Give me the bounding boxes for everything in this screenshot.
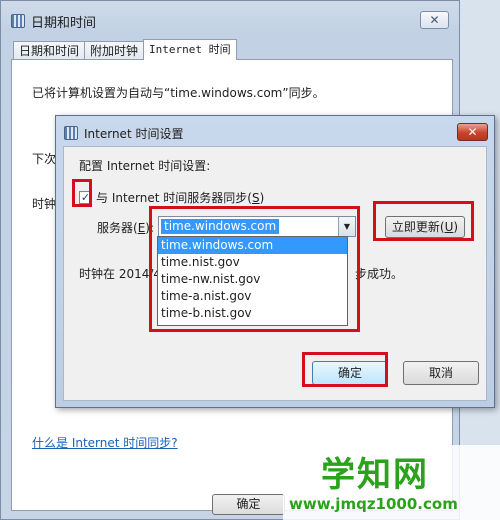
- calendar-clock-icon: [64, 126, 78, 140]
- server-label: 服务器(E):: [97, 221, 155, 235]
- tab-strip: 日期和时间 附加时钟 Internet 时间: [13, 39, 237, 60]
- dialog-cancel-button[interactable]: 取消: [403, 361, 479, 385]
- sync-status-text-end: 步成功。: [355, 267, 404, 281]
- sync-checkbox-label: 与 Internet 时间服务器同步(S): [96, 191, 265, 205]
- tab-date-time[interactable]: 日期和时间: [13, 41, 86, 60]
- sync-message: 已将计算机设置为自动与“time.windows.com”同步。: [32, 86, 325, 100]
- watermark-url: www.jmqz1000.com: [289, 495, 458, 513]
- watermark-logo: 学知网: [321, 455, 429, 495]
- internet-time-help-link[interactable]: 什么是 Internet 时间同步?: [32, 434, 178, 451]
- dialog-titlebar: Internet 时间设置: [64, 124, 183, 142]
- ok-button-highlight: [302, 352, 388, 387]
- checkbox-highlight: [72, 179, 92, 207]
- window-titlebar: 日期和时间: [11, 12, 97, 31]
- next-sync-label: 下次: [32, 152, 57, 166]
- update-button-highlight: [373, 201, 474, 241]
- tab-additional-clocks[interactable]: 附加时钟: [84, 41, 145, 60]
- window-title: 日期和时间: [31, 15, 97, 31]
- clock-label: 时钟: [32, 197, 57, 211]
- sync-checkbox-row[interactable]: ✓ 与 Internet 时间服务器同步(S): [79, 189, 264, 206]
- tab-internet-time[interactable]: Internet 时间: [143, 39, 237, 60]
- calendar-clock-icon: [11, 14, 25, 28]
- dialog-title: Internet 时间设置: [84, 126, 184, 141]
- close-button[interactable]: ✕: [420, 11, 449, 29]
- config-label: 配置 Internet 时间设置:: [79, 159, 211, 173]
- server-list-highlight: [149, 206, 360, 332]
- dialog-close-button[interactable]: ✕: [457, 123, 488, 141]
- watermark: 学知网 www.jmqz1000.com: [283, 445, 500, 520]
- ok-button[interactable]: 确定: [212, 494, 285, 515]
